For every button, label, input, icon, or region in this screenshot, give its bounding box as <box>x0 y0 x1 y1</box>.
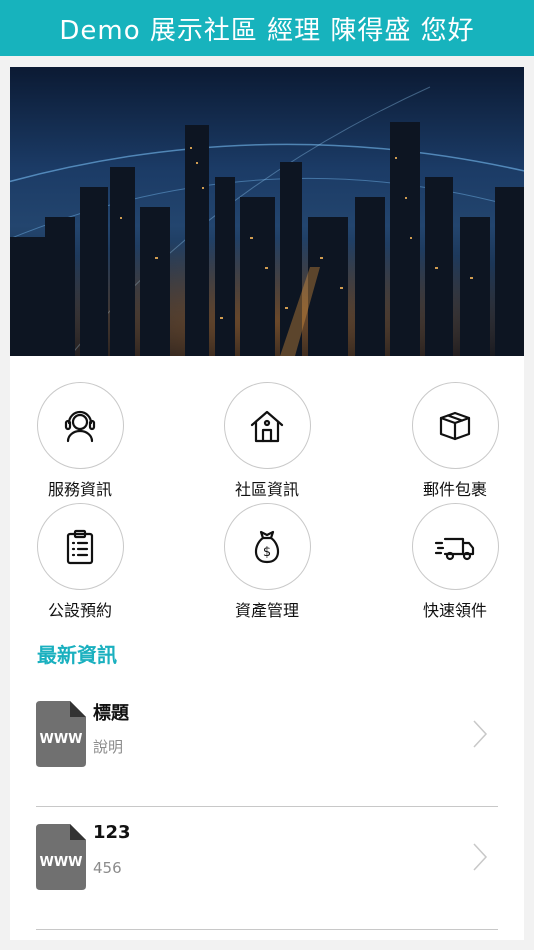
delivery-truck-icon <box>434 537 475 560</box>
app-header: Demo 展示社區 經理 陳得盛 您好 <box>0 0 534 56</box>
menu-icon-circle <box>36 503 124 590</box>
menu-label: 服務資訊 <box>47 480 112 499</box>
main-card: 服務資訊 社區資訊 郵件包裹 公設預約 $ 資產管理 快速領件 最新資訊 WWW… <box>10 67 524 940</box>
news-description: 456 <box>93 859 122 877</box>
webpage-file-icon: WWW <box>36 824 86 890</box>
menu-item-asset-management[interactable]: $ 資產管理 <box>207 503 327 621</box>
news-title: 123 <box>93 822 131 843</box>
package-icon <box>439 411 471 440</box>
chevron-right-icon <box>473 720 488 748</box>
city-night-banner <box>10 67 524 356</box>
menu-icon-circle <box>223 382 311 469</box>
money-bag-icon: $ <box>254 530 280 563</box>
news-description: 說明 <box>93 738 124 756</box>
news-list-item[interactable]: WWW 123 456 <box>36 808 498 930</box>
menu-item-community-info[interactable]: 社區資訊 <box>207 382 327 500</box>
header-title: Demo 展示社區 經理 陳得盛 您好 <box>59 15 475 46</box>
menu-item-quick-pickup[interactable]: 快速領件 <box>395 503 515 621</box>
headset-icon <box>64 410 96 442</box>
chevron-right-icon <box>473 843 488 871</box>
menu-icon-circle <box>411 382 499 469</box>
menu-label: 郵件包裹 <box>422 480 487 499</box>
menu-label: 社區資訊 <box>234 480 299 499</box>
menu-label: 資產管理 <box>234 601 299 620</box>
divider <box>36 806 498 807</box>
house-icon <box>250 410 284 442</box>
menu-label: 公設預約 <box>47 601 112 620</box>
menu-icon-circle <box>36 382 124 469</box>
thumb-text: WWW <box>39 855 82 870</box>
menu-icon-circle: $ <box>223 503 311 590</box>
menu-item-service-info[interactable]: 服務資訊 <box>20 382 140 500</box>
menu-icon-circle <box>411 503 499 590</box>
section-title-latest-news: 最新資訊 <box>37 643 117 667</box>
webpage-file-icon: WWW <box>36 701 86 767</box>
news-list-item[interactable]: WWW 標題 說明 <box>36 685 498 807</box>
news-title: 標題 <box>93 703 129 724</box>
clipboard-icon <box>66 529 94 564</box>
thumb-text: WWW <box>39 732 82 747</box>
svg-text:$: $ <box>263 545 271 560</box>
menu-item-parcels[interactable]: 郵件包裹 <box>395 382 515 500</box>
menu-item-facility-booking[interactable]: 公設預約 <box>20 503 140 621</box>
menu-label: 快速領件 <box>422 601 487 620</box>
divider <box>36 929 498 930</box>
